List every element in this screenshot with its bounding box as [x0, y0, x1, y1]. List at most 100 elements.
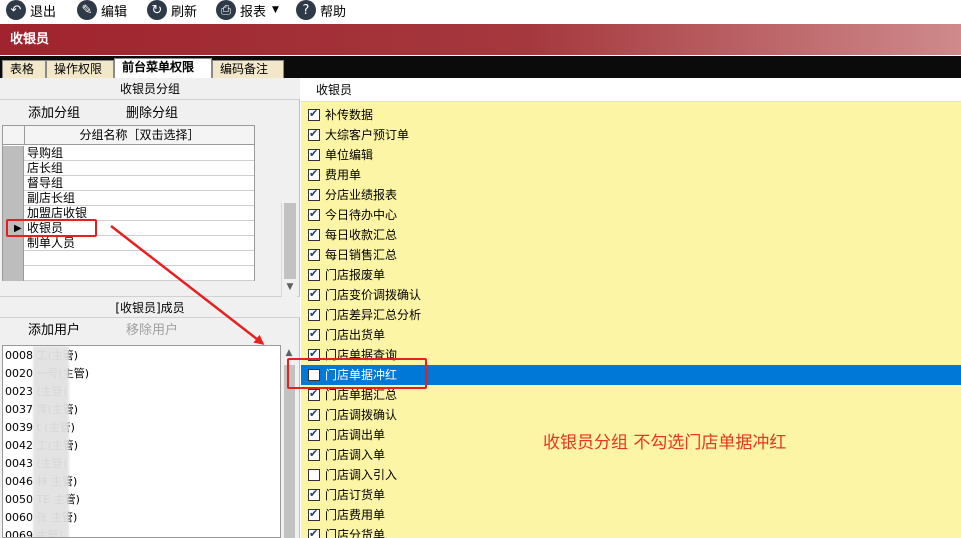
checkmark-icon: ✔	[309, 127, 319, 140]
group-row[interactable]: 督导组	[3, 176, 254, 191]
scroll-down-icon[interactable]: ▼	[282, 279, 298, 295]
window-title-bar: 收银员	[0, 24, 961, 55]
permission-label: 门店调拨确认	[325, 408, 398, 422]
permission-label: 每日销售汇总	[325, 248, 398, 262]
permission-label: 费用单	[325, 168, 362, 182]
row-indicator	[3, 236, 24, 251]
exit-button[interactable]: ↶ 退出	[6, 0, 56, 20]
permission-checkbox[interactable]: ✔	[308, 247, 320, 261]
group-name-column-header[interactable]: 分组名称［双击选择］	[24, 126, 254, 145]
pencil-icon: ✎	[77, 0, 97, 20]
checkmark-icon: ✔	[309, 107, 319, 120]
group-grid-scrollbar[interactable]: ▲ ▼	[281, 203, 297, 297]
tab-front-menu-permissions[interactable]: 前台菜单权限	[114, 58, 212, 78]
refresh-label: 刷新	[171, 4, 198, 20]
permission-item[interactable]: 门店调入引入	[301, 465, 961, 485]
group-row[interactable]	[3, 251, 254, 266]
group-row[interactable]	[3, 266, 254, 281]
permission-checkbox[interactable]: ✔	[308, 407, 320, 421]
permission-label: 大综客户预订单	[325, 128, 410, 142]
permission-item[interactable]: ✔ 大综客户预订单	[301, 125, 961, 145]
group-row[interactable]: 导购组	[3, 146, 254, 161]
permission-checkbox[interactable]: ✔	[308, 107, 320, 121]
unchecked-item-highlight-box	[287, 358, 427, 389]
permission-checkbox[interactable]: ✔	[308, 427, 320, 441]
permission-label: 门店出货单	[325, 328, 386, 342]
edit-button[interactable]: ✎ 编辑	[77, 0, 127, 20]
checkmark-icon: ✔	[309, 407, 319, 420]
permission-item[interactable]: ✔ 门店变价调拨确认	[301, 285, 961, 305]
permission-checkbox[interactable]	[308, 469, 320, 481]
group-row[interactable]: 店长组	[3, 161, 254, 176]
permission-label: 今日待办中心	[325, 208, 398, 222]
permission-checkbox[interactable]: ✔	[308, 287, 320, 301]
permission-item[interactable]: ✔ 今日待办中心	[301, 205, 961, 225]
group-row[interactable]: 制单人员	[3, 236, 254, 251]
permission-checkbox[interactable]: ✔	[308, 127, 320, 141]
row-indicator	[3, 266, 24, 281]
refresh-button[interactable]: ↻ 刷新	[147, 0, 197, 20]
permission-checkbox[interactable]: ✔	[308, 387, 320, 401]
tab-label: 操作权限	[54, 62, 103, 76]
checkmark-icon: ✔	[309, 527, 319, 538]
tab-bar: 表格 操作权限 前台菜单权限 编码备注	[0, 56, 961, 78]
permission-item[interactable]: ✔ 门店费用单	[301, 505, 961, 525]
scroll-thumb[interactable]	[284, 203, 296, 279]
permission-item[interactable]: ✔ 每日销售汇总	[301, 245, 961, 265]
permission-item[interactable]: ✔ 门店差异汇总分析	[301, 305, 961, 325]
permission-label: 门店调入引入	[325, 468, 398, 482]
permission-checkbox[interactable]: ✔	[308, 527, 320, 538]
permission-checkbox[interactable]: ✔	[308, 307, 320, 321]
permission-item[interactable]: ✔ 门店报废单	[301, 265, 961, 285]
permission-item[interactable]: ✔ 门店出货单	[301, 325, 961, 345]
permission-checkbox[interactable]: ✔	[308, 187, 320, 201]
permission-label: 每日收款汇总	[325, 228, 398, 242]
permission-item[interactable]: ✔ 单位编辑	[301, 145, 961, 165]
permission-checkbox[interactable]: ✔	[308, 227, 320, 241]
chevron-down-icon: ▼	[272, 5, 279, 15]
scroll-thumb[interactable]	[284, 365, 295, 538]
permission-label: 门店费用单	[325, 508, 386, 522]
tab-table[interactable]: 表格	[2, 60, 46, 78]
permission-item[interactable]: ✔ 每日收款汇总	[301, 225, 961, 245]
permission-checkbox[interactable]: ✔	[308, 267, 320, 281]
permission-checkbox[interactable]: ✔	[308, 207, 320, 221]
checkmark-icon: ✔	[309, 307, 319, 320]
exit-icon: ↶	[6, 0, 26, 20]
remove-user-button[interactable]: 移除用户	[126, 321, 178, 341]
permission-checkbox[interactable]: ✔	[308, 487, 320, 501]
permission-item[interactable]: ✔ 门店调拨确认	[301, 405, 961, 425]
permission-checkbox[interactable]: ✔	[308, 507, 320, 521]
edit-label: 编辑	[101, 4, 128, 20]
help-icon: ?	[296, 0, 316, 20]
checkmark-icon: ✔	[309, 247, 319, 260]
help-button[interactable]: ? 帮助	[296, 0, 346, 20]
permission-item[interactable]: ✔ 门店订货单	[301, 485, 961, 505]
permission-checkbox[interactable]: ✔	[308, 327, 320, 341]
tab-code-notes[interactable]: 编码备注	[212, 60, 284, 78]
group-name: 加盟店收银	[27, 206, 88, 220]
member-actions: 添加用户 移除用户	[0, 321, 300, 341]
add-group-button[interactable]: 添加分组	[28, 104, 80, 124]
permission-label: 门店分货单	[325, 528, 386, 538]
group-grid: 分组名称［双击选择］ 导购组 店长组 督导组 副店长组 加盟店收银 ▶ 收银员 制单人员	[2, 125, 255, 281]
delete-group-button[interactable]: 删除分组	[126, 104, 178, 124]
tab-operation-permissions[interactable]: 操作权限	[46, 60, 114, 78]
permission-checkbox[interactable]: ✔	[308, 167, 320, 181]
group-name: 导购组	[27, 146, 64, 160]
permission-checkbox[interactable]: ✔	[308, 147, 320, 161]
permission-item[interactable]: ✔ 门店分货单	[301, 525, 961, 538]
refresh-icon: ↻	[147, 0, 167, 20]
toolbar: ↶ 退出 ✎ 编辑 ↻ 刷新 ⎙ 报表 ▼ ? 帮助	[0, 0, 961, 22]
checkmark-icon: ✔	[309, 167, 319, 180]
permission-item[interactable]: ✔ 补传数据	[301, 105, 961, 125]
permission-item[interactable]: ✔ 分店业绩报表	[301, 185, 961, 205]
permission-label: 单位编辑	[325, 148, 374, 162]
grid-header-row: 分组名称［双击选择］	[3, 126, 254, 145]
report-button[interactable]: ⎙ 报表 ▼	[216, 0, 279, 20]
permission-item[interactable]: ✔ 费用单	[301, 165, 961, 185]
add-user-button[interactable]: 添加用户	[28, 321, 80, 341]
permission-checkbox[interactable]: ✔	[308, 447, 320, 461]
groups-header: 收银员分组	[0, 78, 300, 100]
group-row[interactable]: 副店长组	[3, 191, 254, 206]
